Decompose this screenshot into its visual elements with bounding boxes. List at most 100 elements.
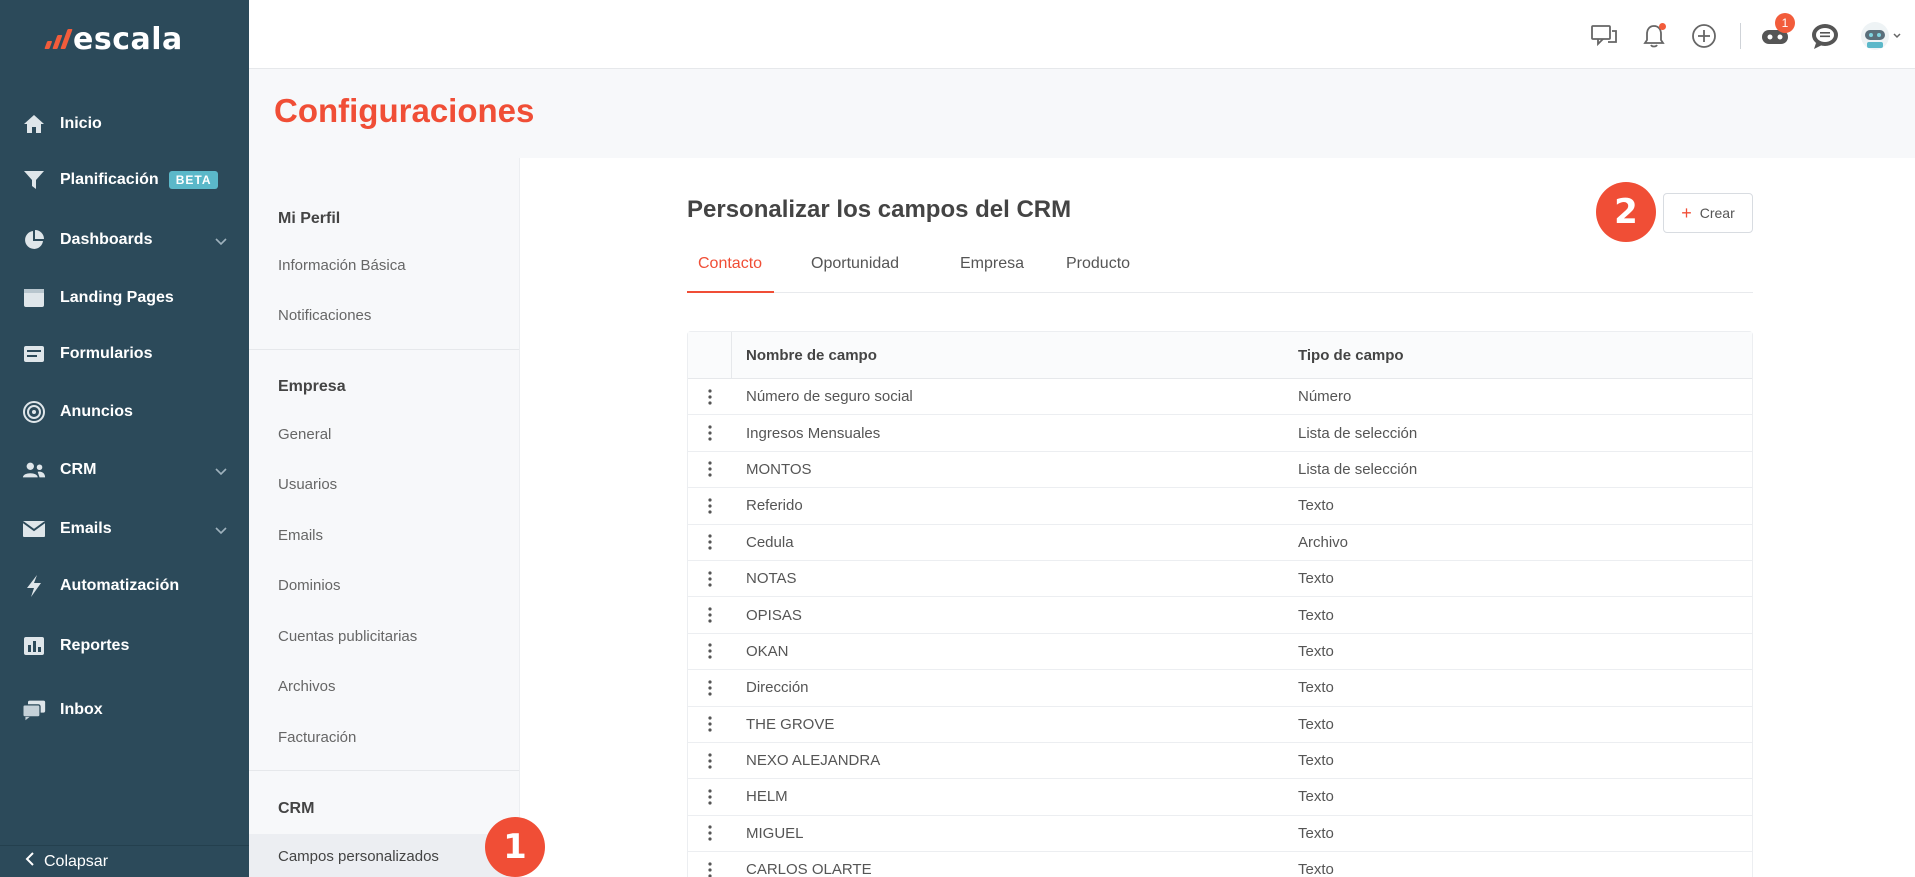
- sidebar-item-formularios[interactable]: Formularios: [0, 332, 249, 376]
- submenu-item-notificaciones[interactable]: Notificaciones: [278, 307, 371, 324]
- avatar-icon[interactable]: [1857, 18, 1905, 54]
- submenu-item-informacion-basica[interactable]: Información Básica: [278, 257, 406, 274]
- tab-oportunidad[interactable]: Oportunidad: [811, 255, 899, 293]
- sidebar-item-reportes[interactable]: Reportes: [0, 624, 249, 668]
- chevron-down-icon: [215, 233, 227, 251]
- table-row[interactable]: NEXO ALEJANDRA Texto: [688, 743, 1752, 780]
- submenu-item-cuentas-publicitarias[interactable]: Cuentas publicitarias: [278, 628, 417, 645]
- table-row[interactable]: Referido Texto: [688, 488, 1752, 525]
- sidebar-item-crm[interactable]: CRM: [0, 448, 249, 492]
- submenu-item-facturacion[interactable]: Facturación: [278, 729, 356, 746]
- step-badge-1: 1: [485, 817, 545, 877]
- field-type-cell: Texto: [1298, 606, 1334, 624]
- table-row[interactable]: NOTAS Texto: [688, 561, 1752, 598]
- sidebar-item-inicio[interactable]: Inicio: [0, 102, 249, 146]
- sidebar-item-emails[interactable]: Emails: [0, 507, 249, 551]
- form-icon: [22, 342, 46, 366]
- drag-handle-icon[interactable]: [688, 425, 732, 441]
- entity-tabs: Contacto Oportunidad Empresa Producto: [687, 255, 1753, 293]
- mail-icon: [22, 517, 46, 541]
- table-row[interactable]: Dirección Texto: [688, 670, 1752, 707]
- table-row[interactable]: MIGUEL Texto: [688, 816, 1752, 853]
- support-chat-icon[interactable]: [1807, 18, 1843, 54]
- field-type-cell: Número: [1298, 388, 1352, 406]
- add-circle-icon[interactable]: [1686, 18, 1722, 54]
- logo-text: escala: [73, 21, 183, 57]
- field-type-cell: Archivo: [1298, 533, 1349, 551]
- tab-empresa[interactable]: Empresa: [960, 255, 1024, 293]
- table-row[interactable]: Cedula Archivo: [688, 525, 1752, 561]
- submenu-item-archivos[interactable]: Archivos: [278, 678, 336, 695]
- chevron-left-icon: [25, 852, 34, 871]
- submenu-item-usuarios[interactable]: Usuarios: [278, 476, 337, 493]
- sidebar-item-automatizacion[interactable]: Automatización: [0, 564, 249, 608]
- top-bar: 1: [249, 0, 1915, 69]
- field-name-cell: Ingresos Mensuales: [746, 424, 881, 442]
- collapse-sidebar-button[interactable]: Colapsar: [0, 845, 249, 877]
- table-row[interactable]: CARLOS OLARTE Texto: [688, 852, 1752, 877]
- table-row[interactable]: OKAN Texto: [688, 634, 1752, 671]
- beta-badge: BETA: [168, 171, 219, 189]
- drag-handle-icon[interactable]: [688, 389, 732, 405]
- robot-icon[interactable]: 1: [1757, 13, 1795, 54]
- drag-handle-icon[interactable]: [688, 680, 732, 696]
- sidebar-item-label: Automatización: [60, 577, 180, 594]
- sidebar-item-dashboards[interactable]: Dashboards: [0, 218, 249, 262]
- tab-producto[interactable]: Producto: [1066, 255, 1130, 293]
- settings-submenu: Mi Perfil Información Básica Notificacio…: [249, 158, 520, 877]
- field-type-cell: Texto: [1298, 497, 1334, 515]
- field-name-cell: NOTAS: [746, 570, 797, 588]
- sidebar-item-inbox[interactable]: Inbox: [0, 688, 249, 732]
- submenu-item-dominios[interactable]: Dominios: [278, 577, 341, 594]
- field-name-cell: Dirección: [746, 679, 809, 697]
- bell-icon[interactable]: [1636, 18, 1672, 54]
- field-type-cell: Texto: [1298, 679, 1334, 697]
- inbox-icon: [22, 698, 46, 722]
- field-type-cell: Texto: [1298, 642, 1334, 660]
- submenu-item-emails[interactable]: Emails: [278, 527, 323, 544]
- drag-handle-icon[interactable]: [688, 498, 732, 514]
- field-name-cell: Referido: [746, 497, 803, 515]
- field-name-cell: MIGUEL: [746, 824, 804, 842]
- sidebar-item-landing-pages[interactable]: Landing Pages: [0, 276, 249, 320]
- drag-handle-icon[interactable]: [688, 607, 732, 623]
- table-row[interactable]: Ingresos Mensuales Lista de selección: [688, 415, 1752, 452]
- page-title: Configuraciones: [274, 92, 535, 129]
- users-icon: [22, 458, 46, 482]
- submenu-section-mi-perfil: Mi Perfil: [278, 210, 341, 227]
- escala-logo[interactable]: escala: [44, 21, 183, 57]
- drag-handle-icon[interactable]: [688, 571, 732, 587]
- drag-handle-icon[interactable]: [688, 534, 732, 550]
- sidebar-item-label: Inicio: [60, 115, 102, 132]
- table-row[interactable]: MONTOS Lista de selección: [688, 452, 1752, 489]
- sidebar: escala Inicio Planificación BETA Dashboa…: [0, 0, 249, 877]
- drag-handle-icon[interactable]: [688, 643, 732, 660]
- drag-handle-icon[interactable]: [688, 461, 732, 478]
- submenu-item-campos-personalizados[interactable]: Campos personalizados: [278, 848, 439, 865]
- drag-handle-icon[interactable]: [688, 825, 732, 841]
- field-name-cell: OPISAS: [746, 606, 802, 624]
- field-type-cell: Texto: [1298, 861, 1334, 877]
- tab-contacto[interactable]: Contacto: [687, 255, 774, 293]
- custom-fields-table: Nombre de campo Tipo de campo Número de …: [687, 331, 1753, 877]
- drag-handle-icon[interactable]: [688, 789, 732, 805]
- sidebar-item-label: Landing Pages: [60, 289, 174, 306]
- field-name-cell: Número de seguro social: [746, 388, 913, 406]
- sidebar-item-label: Dashboards: [60, 231, 153, 248]
- table-row[interactable]: Número de seguro social Número: [688, 379, 1752, 416]
- collapse-label: Colapsar: [44, 852, 109, 870]
- chat-icon[interactable]: [1586, 18, 1622, 54]
- submenu-divider: [249, 770, 519, 771]
- drag-handle-icon[interactable]: [688, 862, 732, 877]
- sidebar-item-anuncios[interactable]: Anuncios: [0, 390, 249, 434]
- drag-handle-icon[interactable]: [688, 752, 732, 769]
- step-badge-2: 2: [1596, 182, 1656, 242]
- table-row[interactable]: OPISAS Texto: [688, 597, 1752, 634]
- table-row[interactable]: THE GROVE Texto: [688, 707, 1752, 743]
- create-field-button[interactable]: + Crear: [1663, 193, 1753, 233]
- sidebar-item-planificacion[interactable]: Planificación BETA: [0, 158, 249, 202]
- drag-handle-icon[interactable]: [688, 716, 732, 732]
- submenu-item-general[interactable]: General: [278, 426, 331, 443]
- notification-dot: [1659, 23, 1666, 30]
- table-row[interactable]: HELM Texto: [688, 779, 1752, 816]
